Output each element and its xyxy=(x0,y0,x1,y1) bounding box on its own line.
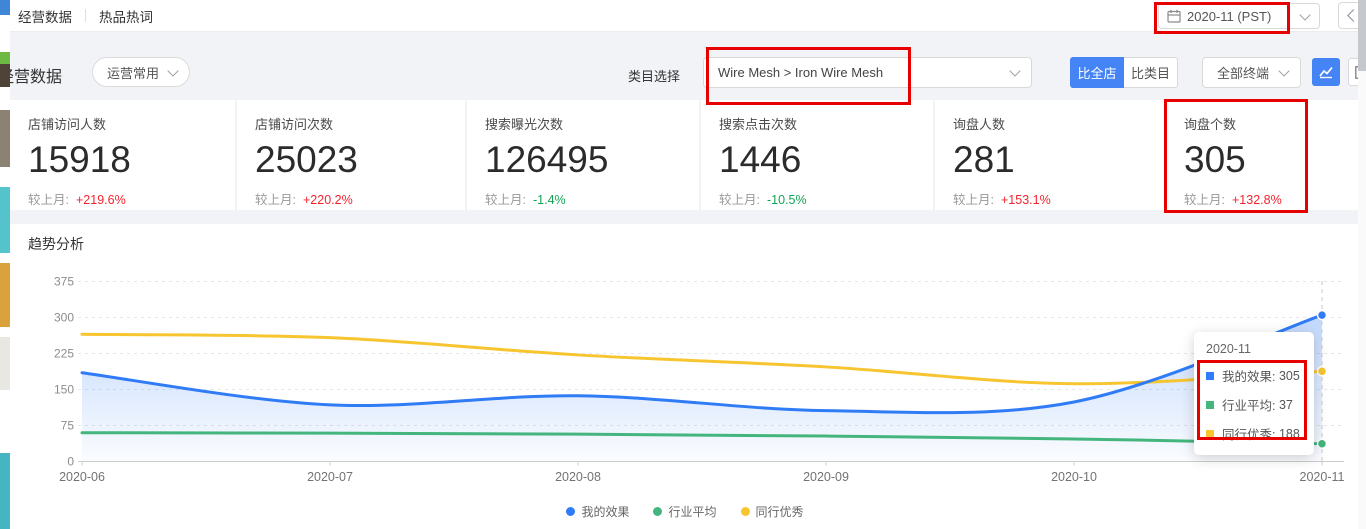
kpi-card-store-visitors[interactable]: 店铺访问人数 15918 较上月: +219.6% xyxy=(10,100,235,210)
tooltip-value: 37 xyxy=(1278,397,1293,412)
kpi-change-value: -10.5% xyxy=(766,193,807,207)
chevron-down-icon xyxy=(1009,65,1021,77)
kpi-change-value: +219.6% xyxy=(75,193,126,207)
legend-dot-yellow xyxy=(740,507,750,516)
trend-panel xyxy=(10,224,1360,529)
kpi-change-value: -1.4% xyxy=(532,193,566,207)
legend-item-peer-excellent[interactable]: 同行优秀 xyxy=(740,503,804,520)
left-image-strip xyxy=(0,0,10,529)
tooltip-label: 行业平均: xyxy=(1222,399,1276,413)
kpi-change-label: 较上月: xyxy=(719,193,760,207)
kpi-card-search-impressions[interactable]: 搜索曝光次数 126495 较上月: -1.4% xyxy=(467,100,699,210)
category-select-label: 类目选择 xyxy=(628,69,681,84)
tooltip-label: 同行优秀: xyxy=(1222,428,1276,442)
chevron-down-icon xyxy=(167,64,179,77)
tooltip-label: 我的效果: xyxy=(1222,370,1276,384)
vertical-scrollbar[interactable] xyxy=(1358,0,1366,529)
kpi-value: 281 xyxy=(953,139,1015,180)
kpi-change-value: +132.8% xyxy=(1231,193,1282,207)
kpi-change-label: 较上月: xyxy=(485,193,526,207)
terminal-dropdown-value: 全部终端 xyxy=(1217,66,1270,81)
date-picker-value: 2020-11 (PST) xyxy=(1187,8,1272,24)
kpi-label: 询盘个数 xyxy=(1184,117,1237,132)
category-select[interactable]: Wire Mesh > Iron Wire Mesh xyxy=(703,57,1032,88)
series-marker-peer-excellent xyxy=(1206,429,1214,438)
strip-image-segment xyxy=(0,167,10,187)
kpi-change-value: +220.2% xyxy=(302,193,353,207)
strip-image-segment xyxy=(0,390,10,453)
kpi-change-label: 较上月: xyxy=(28,193,69,207)
tooltip-row: 行业平均: 37 xyxy=(1206,395,1302,414)
kpi-label: 搜索点击次数 xyxy=(719,117,798,132)
tooltip-value: 305 xyxy=(1278,368,1300,383)
strip-image-segment xyxy=(0,327,10,337)
legend-item-industry-average[interactable]: 行业平均 xyxy=(653,503,717,520)
legend-label: 我的效果 xyxy=(581,505,630,519)
kpi-change-value: +153.1% xyxy=(1000,193,1051,207)
kpi-value: 305 xyxy=(1184,139,1246,180)
strip-image-segment xyxy=(0,110,10,167)
dashboard-screen: 经营数据 热品热词 2020-11 (PST) 经营数据 运营常用 类目选择 W… xyxy=(0,0,1366,529)
kpi-card-search-clicks[interactable]: 搜索点击次数 1446 较上月: -10.5% xyxy=(701,100,933,210)
tooltip-row: 我的效果: 305 xyxy=(1206,366,1302,385)
compare-whole-store-button[interactable]: 比全店 xyxy=(1070,57,1124,88)
kpi-label: 搜索曝光次数 xyxy=(485,117,564,132)
kpi-card-inquiry-count[interactable]: 询盘个数 305 较上月: +132.8% xyxy=(1166,100,1360,210)
date-picker[interactable]: 2020-11 (PST) xyxy=(1158,3,1320,29)
kpi-change-label: 较上月: xyxy=(953,193,994,207)
line-chart-icon xyxy=(1319,66,1333,79)
kpi-label: 店铺访问次数 xyxy=(255,117,334,132)
trend-title: 趋势分析 xyxy=(28,236,84,252)
strip-image-segment xyxy=(0,263,10,327)
kpi-value: 1446 xyxy=(719,139,802,180)
strip-image-segment xyxy=(0,0,10,15)
tooltip-value: 188 xyxy=(1278,426,1300,441)
legend-label: 行业平均 xyxy=(668,505,717,519)
chart-legend: 我的效果 行业平均 同行优秀 xyxy=(10,503,1360,520)
kpi-card-inquiry-people[interactable]: 询盘人数 281 较上月: +153.1% xyxy=(935,100,1164,210)
strip-image-segment xyxy=(0,453,10,529)
legend-label: 同行优秀 xyxy=(755,505,804,519)
tab-business-data[interactable]: 经营数据 xyxy=(18,6,72,26)
strip-image-segment xyxy=(0,253,10,263)
series-marker-industry-average xyxy=(1206,400,1214,409)
kpi-value: 126495 xyxy=(485,139,609,180)
terminal-dropdown[interactable]: 全部终端 xyxy=(1202,57,1301,88)
tab-divider xyxy=(85,9,86,22)
legend-item-my-effect[interactable]: 我的效果 xyxy=(566,503,629,520)
strip-image-segment xyxy=(0,64,10,87)
strip-image-segment xyxy=(0,187,10,253)
kpi-change-label: 较上月: xyxy=(1184,193,1225,207)
kpi-label: 店铺访问人数 xyxy=(28,117,107,132)
kpi-label: 询盘人数 xyxy=(953,117,1006,132)
compare-button-group: 比全店 比类目 xyxy=(1070,57,1178,88)
preset-dropdown-value: 运营常用 xyxy=(107,65,160,81)
chevron-down-icon xyxy=(1299,8,1311,21)
chevron-down-icon xyxy=(1278,65,1290,77)
legend-dot-green xyxy=(653,507,663,516)
scrollbar-thumb[interactable] xyxy=(1358,0,1366,71)
topbar-tabs: 经营数据 热品热词 xyxy=(18,0,153,31)
calendar-icon xyxy=(1167,9,1181,23)
category-select-value: Wire Mesh > Iron Wire Mesh xyxy=(718,65,884,80)
kpi-change-label: 较上月: xyxy=(255,193,296,207)
legend-dot-blue xyxy=(566,507,576,516)
topbar: 经营数据 热品热词 2020-11 (PST) xyxy=(0,0,1366,32)
tooltip-row: 同行优秀: 188 xyxy=(1206,424,1302,443)
compare-category-button[interactable]: 比类目 xyxy=(1124,57,1178,88)
line-chart-view-button[interactable] xyxy=(1312,58,1340,86)
strip-image-segment xyxy=(0,87,10,110)
strip-image-segment xyxy=(0,337,10,390)
chart-tooltip: 2020-11 我的效果: 305 行业平均: 37 同行优秀: 188 xyxy=(1194,332,1314,455)
kpi-card-store-visits[interactable]: 店铺访问次数 25023 较上月: +220.2% xyxy=(237,100,465,210)
tab-hot-keywords[interactable]: 热品热词 xyxy=(99,6,153,26)
series-marker-my-effect xyxy=(1206,371,1214,380)
strip-image-segment xyxy=(0,52,10,64)
strip-image-segment xyxy=(0,15,10,52)
preset-dropdown[interactable]: 运营常用 xyxy=(92,57,190,87)
kpi-value: 15918 xyxy=(28,139,131,180)
tooltip-title: 2020-11 xyxy=(1206,342,1251,356)
kpi-value: 25023 xyxy=(255,139,358,180)
